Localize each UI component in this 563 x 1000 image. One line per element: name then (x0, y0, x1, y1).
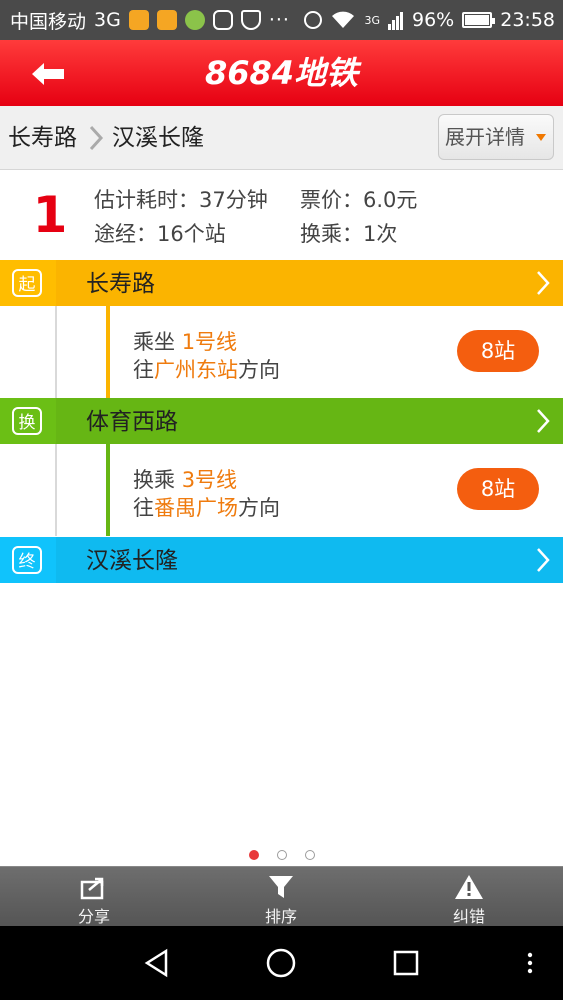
nav-home-icon[interactable] (265, 947, 297, 979)
route-destination: 汉溪长隆 (112, 125, 204, 151)
report-error-label: 纠错 (452, 907, 485, 926)
ride-action: 换乘 (133, 468, 182, 492)
chevron-right-icon (537, 548, 550, 572)
status-bar: 中国移动 3G ··· 3G 96% 23:58 (0, 0, 563, 40)
line-connector (106, 444, 110, 536)
stop-count-badge: 8站 (457, 468, 539, 510)
route-origin: 长寿路 (8, 125, 77, 151)
wifi-icon (332, 11, 355, 28)
nav-recents-icon[interactable] (392, 949, 420, 977)
station-count: 途经：16个站 (94, 222, 226, 246)
page-indicator (0, 850, 563, 864)
direction-terminal: 广州东站 (154, 358, 238, 382)
app-notification-icon (128, 10, 149, 30)
page-dot (276, 850, 287, 860)
filter-icon (269, 876, 293, 898)
station-row-transfer[interactable]: 换 体育西路 (0, 398, 563, 444)
battery-icon (462, 12, 496, 28)
route-bar: 长寿路 汉溪长隆 展开详情 (0, 106, 563, 170)
app-notification-icon (184, 10, 205, 30)
more-notifications: ··· (268, 9, 290, 31)
station-name: 长寿路 (86, 271, 155, 297)
page-dot (304, 850, 315, 860)
transfer-count: 换乘：1次 (300, 222, 398, 246)
app-title: 8684地铁 (204, 54, 359, 92)
network-type: 3G (94, 9, 121, 31)
expand-details-label: 展开详情 (445, 125, 525, 149)
station-name: 体育西路 (86, 409, 178, 435)
alarm-icon (304, 11, 323, 29)
ride-action: 乘坐 (133, 330, 182, 354)
route-segment: 乘坐 1号线 往广州东站方向 8站 (0, 306, 563, 398)
system-nav-bar (0, 926, 563, 1000)
travel-time: 估计耗时：37分钟 (94, 188, 268, 212)
app-notification-icon (156, 10, 177, 30)
direction-suffix: 方向 (238, 496, 280, 520)
share-icon (80, 877, 104, 900)
start-badge: 起 (12, 269, 42, 297)
ride-instruction: 换乘 3号线 (133, 464, 237, 494)
share-button[interactable]: 分享 (39, 867, 149, 927)
route-summary: 1 估计耗时：37分钟 票价：6.0元 途经：16个站 换乘：1次 (0, 170, 563, 260)
page-dot (248, 850, 259, 860)
line-connector (106, 306, 110, 398)
dropdown-triangle-icon (536, 134, 546, 141)
direction-terminal: 番禺广场 (154, 496, 238, 520)
battery-percent: 96% (412, 9, 455, 31)
shield-icon (240, 10, 261, 30)
line-name: 1号线 (181, 330, 238, 354)
station-name: 汉溪长隆 (86, 548, 178, 574)
clock: 23:58 (500, 9, 555, 31)
data-type-label: 3G (364, 13, 380, 27)
share-label: 分享 (77, 907, 110, 926)
nav-menu-icon[interactable] (526, 951, 534, 975)
direction-suffix: 方向 (238, 358, 280, 382)
signal-icon (388, 12, 403, 30)
chevron-right-icon (537, 409, 550, 433)
bottom-toolbar: 分享 排序 纠错 (0, 866, 563, 926)
sort-label: 排序 (264, 907, 297, 926)
transfer-badge: 换 (12, 407, 42, 435)
direction-prefix: 往 (133, 496, 154, 520)
route-number: 1 (32, 186, 68, 244)
warning-icon (455, 875, 483, 899)
chevron-right-icon (89, 125, 104, 151)
chevron-right-icon (537, 271, 550, 295)
expand-details-button[interactable]: 展开详情 (438, 114, 554, 160)
carrier-label: 中国移动 (10, 10, 87, 33)
chat-icon (212, 10, 233, 30)
direction-instruction: 往广州东站方向 (133, 354, 280, 384)
nav-back-icon[interactable] (142, 948, 172, 978)
report-error-button[interactable]: 纠错 (414, 867, 524, 927)
line-name: 3号线 (181, 468, 238, 492)
direction-instruction: 往番禺广场方向 (133, 492, 280, 522)
stop-count-badge: 8站 (457, 330, 539, 372)
sort-button[interactable]: 排序 (226, 867, 336, 927)
app-header: 8684地铁 (0, 40, 563, 106)
direction-prefix: 往 (133, 358, 154, 382)
station-row-end[interactable]: 终 汉溪长隆 (0, 537, 563, 583)
end-badge: 终 (12, 546, 42, 574)
station-row-start[interactable]: 起 长寿路 (0, 260, 563, 306)
fare: 票价：6.0元 (300, 188, 418, 212)
ride-instruction: 乘坐 1号线 (133, 326, 237, 356)
route-segment: 换乘 3号线 往番禺广场方向 8站 (0, 444, 563, 536)
